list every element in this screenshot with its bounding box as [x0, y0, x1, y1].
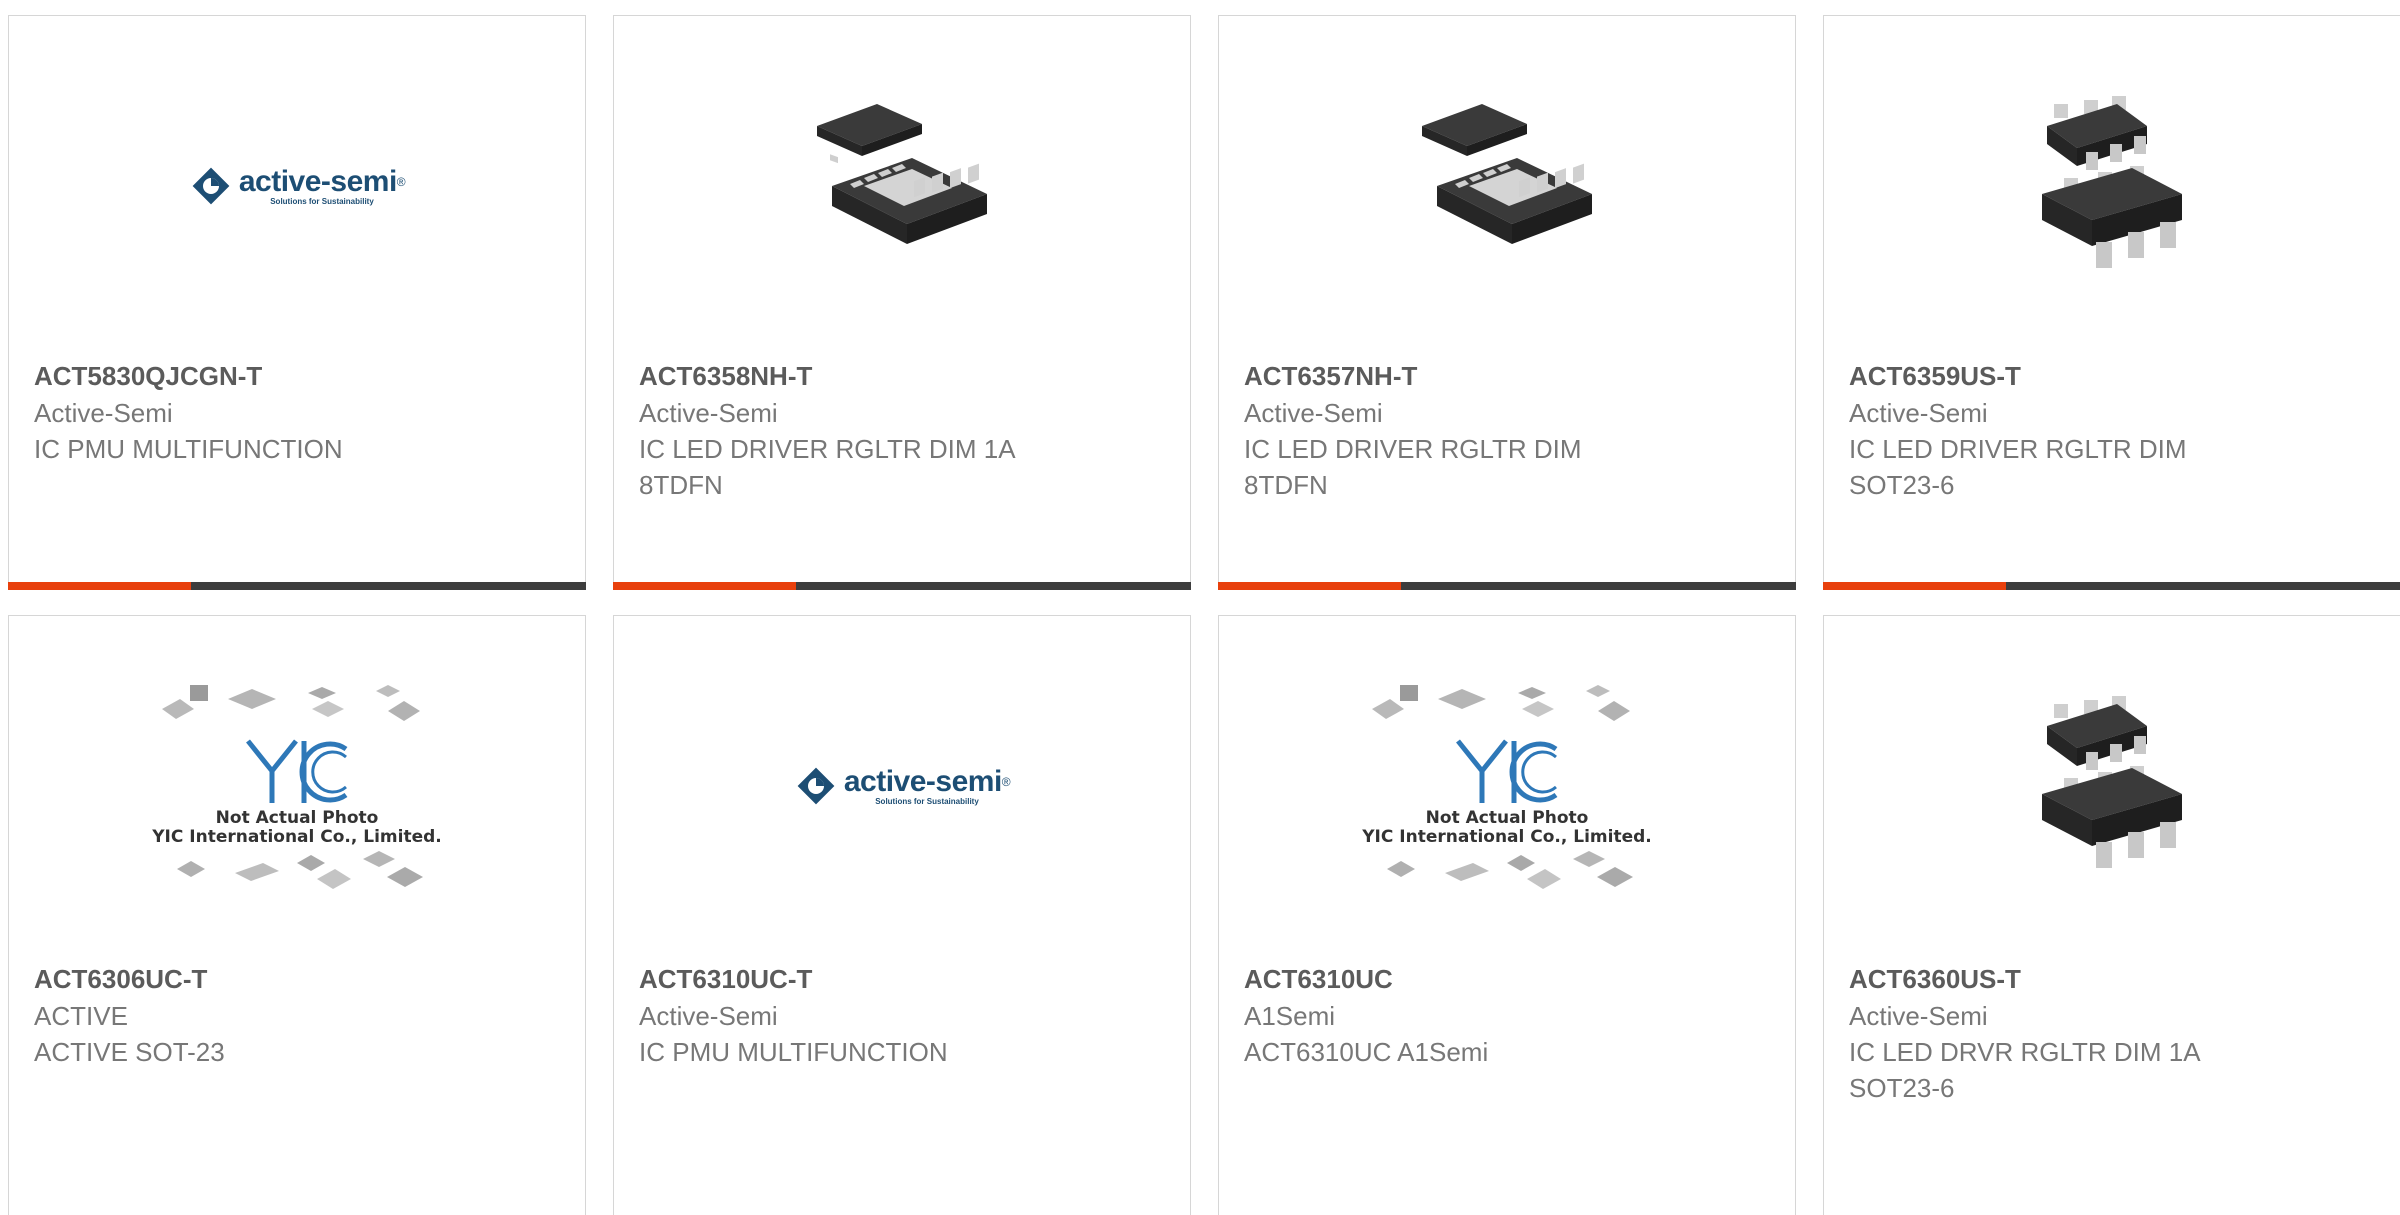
part-number[interactable]: ACT6310UC [1244, 961, 1770, 998]
manufacturer: Active-Semi [1244, 398, 1383, 428]
yic-logo-icon [1456, 739, 1558, 803]
card-bottom-bar [613, 582, 1191, 590]
product-image[interactable]: active-semi® Solutions for Sustainabilit… [9, 16, 585, 356]
product-image[interactable] [614, 16, 1190, 356]
product-card[interactable]: ACT6357NH-T Active-Semi IC LED DRIVER RG… [1218, 15, 1796, 590]
description: IC LED DRIVER RGLTR DIM 1A [639, 434, 1016, 464]
part-number[interactable]: ACT6357NH-T [1244, 358, 1770, 395]
product-card[interactable]: Not Actual Photo YIC International Co., … [1218, 615, 1796, 1215]
part-number[interactable]: ACT5830QJCGN-T [34, 358, 560, 395]
product-image[interactable] [1824, 616, 2400, 956]
product-card[interactable]: Not Actual Photo YIC International Co., … [8, 615, 586, 1215]
chip-cluster-bottom-icon [1387, 851, 1633, 889]
chip-cluster-top-icon [1372, 685, 1630, 721]
manufacturer: A1Semi [1244, 1001, 1336, 1031]
product-image[interactable]: Not Actual Photo YIC International Co., … [9, 616, 585, 956]
manufacturer: Active-Semi [1849, 1001, 1988, 1031]
part-number[interactable]: ACT6310UC-T [639, 961, 1165, 998]
card-bottom-bar [1218, 582, 1796, 590]
part-number[interactable]: ACT6359US-T [1849, 358, 2375, 395]
tdfn8-chip-icon [817, 104, 987, 244]
description: IC LED DRIVER RGLTR DIM [1849, 434, 2187, 464]
manufacturer: Active-Semi [639, 1001, 778, 1031]
description: ACTIVE SOT-23 [34, 1037, 225, 1067]
tdfn8-chip-icon [1422, 104, 1592, 244]
chip-cluster-bottom-icon [177, 851, 423, 889]
active-semi-logo: active-semi® Solutions for Sustainabilit… [794, 764, 1011, 808]
product-image[interactable]: Not Actual Photo YIC International Co., … [1219, 616, 1795, 956]
sot23-6-chip-icon [2042, 696, 2182, 868]
product-grid: active-semi® Solutions for Sustainabilit… [8, 15, 2400, 1215]
not-actual-photo: Not Actual Photo YIC International Co., … [1362, 681, 1652, 891]
active-semi-logo: active-semi® Solutions for Sustainabilit… [189, 164, 406, 208]
description-line-2: 8TDFN [639, 470, 723, 500]
manufacturer: Active-Semi [1849, 398, 1988, 428]
description-line-2: SOT23-6 [1849, 1073, 1955, 1103]
manufacturer: ACTIVE [34, 1001, 128, 1031]
description: IC PMU MULTIFUNCTION [34, 434, 343, 464]
product-card[interactable]: ACT6360US-T Active-Semi IC LED DRVR RGLT… [1823, 615, 2400, 1215]
chip-cluster-top-icon [162, 685, 420, 721]
product-card[interactable]: ACT6358NH-T Active-Semi IC LED DRIVER RG… [613, 15, 1191, 590]
card-accent-bar [613, 582, 796, 590]
sot23-6-chip-icon [2042, 96, 2182, 268]
card-accent-bar [1823, 582, 2006, 590]
card-accent-bar [8, 582, 191, 590]
manufacturer: Active-Semi [34, 398, 173, 428]
manufacturer: Active-Semi [639, 398, 778, 428]
part-number[interactable]: ACT6360US-T [1849, 961, 2375, 998]
description: IC LED DRIVER RGLTR DIM [1244, 434, 1582, 464]
description-line-2: 8TDFN [1244, 470, 1328, 500]
description-line-2: SOT23-6 [1849, 470, 1955, 500]
product-card[interactable]: ACT6359US-T Active-Semi IC LED DRIVER RG… [1823, 15, 2400, 590]
product-card[interactable]: active-semi® Solutions for Sustainabilit… [8, 15, 586, 590]
description: IC LED DRVR RGLTR DIM 1A [1849, 1037, 2201, 1067]
product-image[interactable]: active-semi® Solutions for Sustainabilit… [614, 616, 1190, 956]
description: ACT6310UC A1Semi [1244, 1037, 1489, 1067]
active-semi-logo-icon [797, 767, 835, 805]
not-actual-photo: Not Actual Photo YIC International Co., … [152, 681, 442, 891]
card-bottom-bar [1823, 582, 2400, 590]
part-number[interactable]: ACT6306UC-T [34, 961, 560, 998]
product-image[interactable] [1824, 16, 2400, 356]
product-image[interactable] [1219, 16, 1795, 356]
card-bottom-bar [8, 582, 586, 590]
active-semi-logo-icon [192, 167, 230, 205]
product-card[interactable]: active-semi® Solutions for Sustainabilit… [613, 615, 1191, 1215]
card-accent-bar [1218, 582, 1401, 590]
description: IC PMU MULTIFUNCTION [639, 1037, 948, 1067]
yic-logo-icon [246, 739, 348, 803]
part-number[interactable]: ACT6358NH-T [639, 358, 1165, 395]
